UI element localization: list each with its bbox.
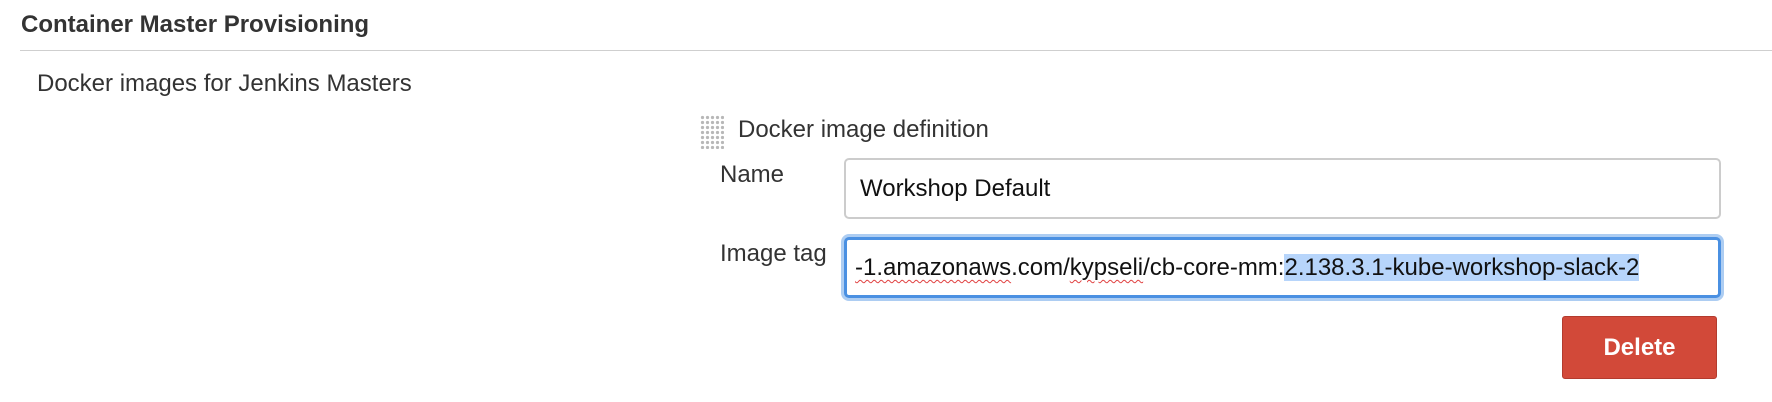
drag-handle-icon[interactable]: [700, 115, 724, 149]
section-title: Container Master Provisioning: [21, 11, 370, 38]
delete-button[interactable]: Delete: [1562, 316, 1717, 379]
section-header: Container Master Provisioning: [20, 8, 1772, 51]
selected-text: 2.138.3.1-kube-workshop-slack-2: [1284, 254, 1640, 281]
name-label: Name: [720, 161, 785, 188]
image-definition-title: Docker image definition: [738, 116, 989, 143]
name-input[interactable]: Workshop Default: [844, 158, 1721, 219]
image-tag-input[interactable]: -1.amazonaws.com/kypseli/cb-core-mm:2.13…: [844, 237, 1721, 298]
name-input-value: Workshop Default: [860, 175, 1051, 202]
image-tag-label: Image tag: [720, 240, 827, 267]
subsection-label: Docker images for Jenkins Masters: [37, 70, 412, 97]
image-tag-value: -1.amazonaws.com/kypseli/cb-core-mm:2.13…: [855, 254, 1640, 281]
